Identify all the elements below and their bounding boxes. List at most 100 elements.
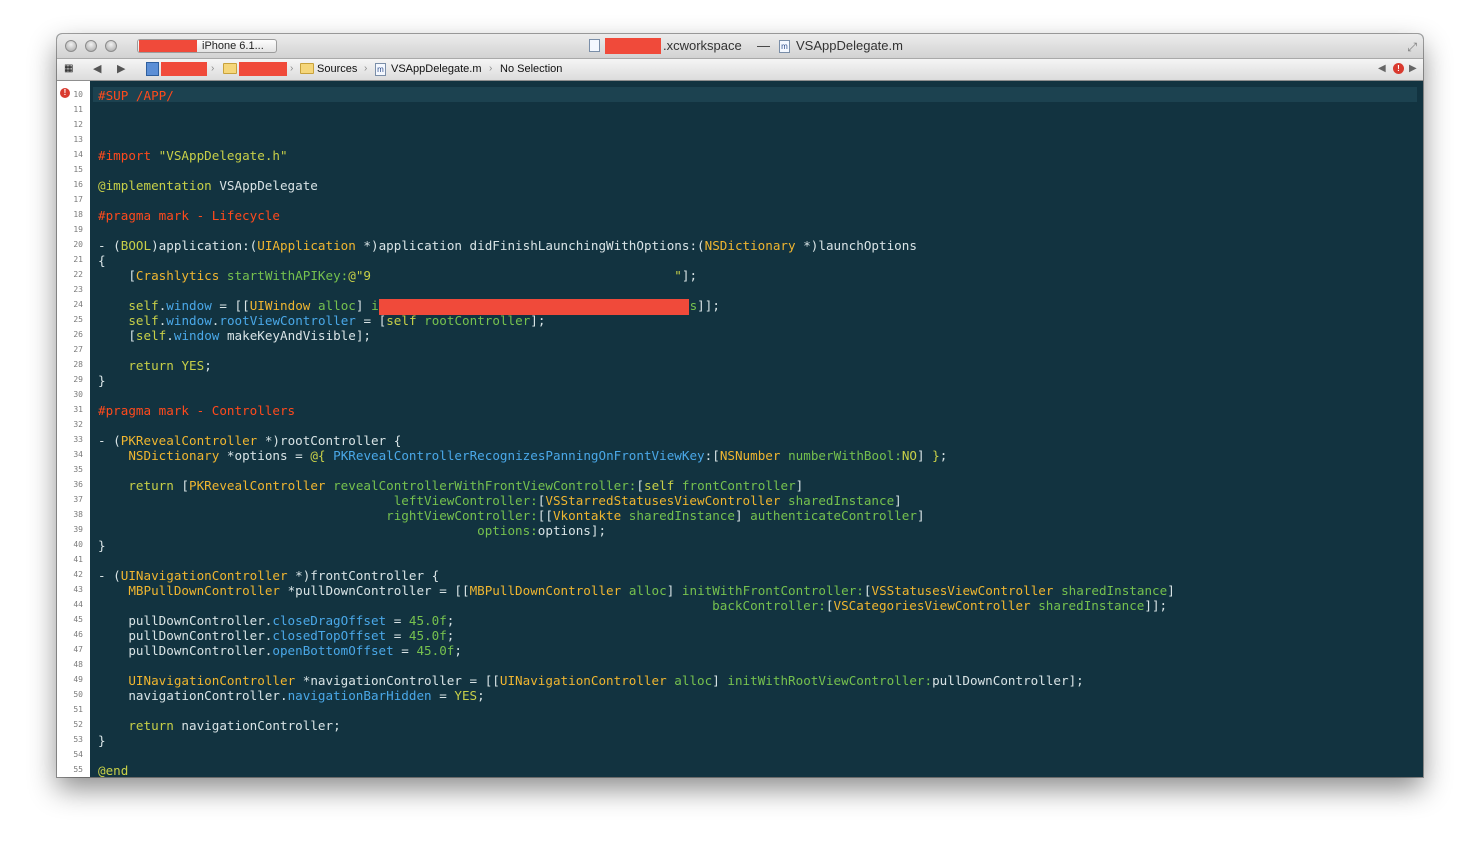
code-line[interactable]: #SUP /APP/ [98, 88, 174, 103]
code-line[interactable]: [Crashlytics startWithAPIKey:@"9 "]; [98, 268, 697, 283]
code-line[interactable]: } [98, 373, 106, 388]
code-line[interactable]: UINavigationController *navigationContro… [98, 673, 1083, 688]
code-line[interactable]: return [PKRevealController revealControl… [98, 478, 803, 493]
code-line[interactable]: backController:[VSCategoriesViewControll… [98, 598, 1167, 613]
breadcrumb-sources[interactable]: Sources [317, 62, 357, 76]
line-number: 52 [73, 720, 83, 729]
code-token: @end [98, 763, 129, 777]
code-token: frontController [681, 478, 796, 493]
code-token: *)frontController { [287, 568, 440, 583]
code-token: [ [98, 328, 136, 343]
code-token: sharedInstance [788, 493, 895, 508]
line-number: 20 [73, 240, 83, 249]
code-token: ; [454, 643, 462, 658]
redacted-project-name[interactable] [161, 62, 207, 76]
scheme-selector[interactable]: iPhone 6.1... [137, 39, 277, 53]
line-number: 15 [73, 165, 83, 174]
code-token: )application:( [151, 238, 258, 253]
code-token: leftViewController: [393, 493, 538, 508]
code-line[interactable]: return navigationController; [98, 718, 340, 733]
line-number: 29 [73, 375, 83, 384]
line-number: 32 [73, 420, 83, 429]
title-bar: iPhone 6.1... .xcworkspace — m VSAppDele… [57, 34, 1423, 59]
code-token: self [128, 313, 159, 328]
fullscreen-icon[interactable]: ⤢ [1407, 40, 1417, 55]
line-number: 38 [73, 510, 83, 519]
destination-label: iPhone 6.1... [202, 40, 264, 52]
zoom-window-button[interactable] [105, 40, 117, 52]
forward-arrow-icon[interactable]: ▶ [117, 62, 125, 76]
code-token: UIWindow [249, 298, 311, 313]
code-token: initWithFrontController: [681, 583, 864, 598]
code-token: *navigationController = [[ [295, 673, 500, 688]
code-line[interactable]: - (UINavigationController *)frontControl… [98, 568, 439, 583]
code-token: ]]; [1144, 598, 1168, 613]
code-line[interactable]: navigationController.navigationBarHidden… [98, 688, 485, 703]
line-number: 50 [73, 690, 83, 699]
code-line[interactable]: @end [98, 763, 128, 777]
redacted-scheme-name [139, 40, 197, 52]
code-token: ; [477, 688, 485, 703]
close-window-button[interactable] [65, 40, 77, 52]
code-line[interactable]: - (PKRevealController *)rootController { [98, 433, 401, 448]
line-number: 23 [73, 285, 83, 294]
redacted-group-name[interactable] [239, 62, 287, 76]
code-line[interactable]: rightViewController:[[Vkontakte sharedIn… [98, 508, 924, 523]
code-line[interactable]: pullDownController.closeDragOffset = 45.… [98, 613, 454, 628]
code-line[interactable]: } [98, 538, 106, 553]
code-line[interactable]: #pragma mark - Lifecycle [98, 208, 280, 223]
code-line[interactable]: options:options]; [98, 523, 606, 538]
code-line[interactable]: NSDictionary *options = @{ PKRevealContr… [98, 448, 947, 463]
code-line[interactable]: { [98, 253, 106, 268]
back-arrow-icon[interactable]: ◀ [93, 62, 101, 76]
code-line[interactable]: - (BOOL)application:(UIApplication *)app… [98, 238, 917, 253]
code-token: *pullDownController = [[ [280, 583, 470, 598]
folder-icon [223, 63, 237, 74]
code-token: @{ [310, 448, 326, 463]
code-line[interactable]: #import "VSAppDelegate.h" [98, 148, 288, 163]
code-line[interactable]: #pragma mark - Controllers [98, 403, 295, 418]
code-line[interactable]: pullDownController.openBottomOffset = 45… [98, 643, 462, 658]
code-token: alloc [674, 673, 713, 688]
code-token: "VSAppDelegate.h" [158, 148, 288, 163]
code-line[interactable]: @implementation VSAppDelegate [98, 178, 318, 193]
code-token: alloc [317, 298, 356, 313]
code-token: #pragma mark - Controllers [98, 403, 296, 418]
code-line[interactable]: [self.window makeKeyAndVisible]; [98, 328, 371, 343]
code-line[interactable]: pullDownController.closedTopOffset = 45.… [98, 628, 454, 643]
code-token: } [932, 448, 940, 463]
line-number: 53 [73, 735, 83, 744]
breadcrumb-file[interactable]: VSAppDelegate.m [391, 62, 482, 76]
code-line[interactable]: self.window.rootViewController = [self r… [98, 313, 545, 328]
previous-issue-icon[interactable]: ◀ [1378, 62, 1386, 76]
code-token: openBottomOffset [272, 643, 394, 658]
code-token: = [ [355, 313, 387, 328]
code-line[interactable]: } [98, 733, 106, 748]
code-token: *options = [219, 448, 311, 463]
breadcrumb-selection[interactable]: No Selection [500, 62, 562, 76]
source-editor[interactable]: ! 10 11 12 13 14 15 16 17 18 19 20 21 22 23 24 25 26 27 28… [57, 81, 1423, 777]
code-token: sharedInstance [1038, 598, 1145, 613]
code-token: revealControllerWithFrontViewController: [333, 478, 637, 493]
code-token: alloc [628, 583, 667, 598]
line-number: 39 [73, 525, 83, 534]
code-line[interactable]: MBPullDownController *pullDownController… [98, 583, 1174, 598]
error-badge-icon[interactable]: ! [1393, 63, 1404, 74]
code-token: :[ [704, 448, 720, 463]
code-token: MBPullDownController [128, 583, 280, 598]
related-items-icon[interactable]: ▦ [64, 62, 73, 76]
code-token: NSDictionary [128, 448, 220, 463]
project-icon [146, 62, 159, 76]
minimize-window-button[interactable] [85, 40, 97, 52]
next-issue-icon[interactable]: ▶ [1409, 62, 1417, 76]
code-line[interactable]: leftViewController:[VSStarredStatusesVie… [98, 493, 902, 508]
line-number: 22 [73, 270, 83, 279]
code-line[interactable]: return YES; [98, 358, 211, 373]
code-token: self [643, 478, 675, 493]
code-token: VSCategoriesViewController [833, 598, 1031, 613]
code-token: #SUP /APP/ [98, 88, 174, 103]
code-token: ; [939, 448, 948, 463]
